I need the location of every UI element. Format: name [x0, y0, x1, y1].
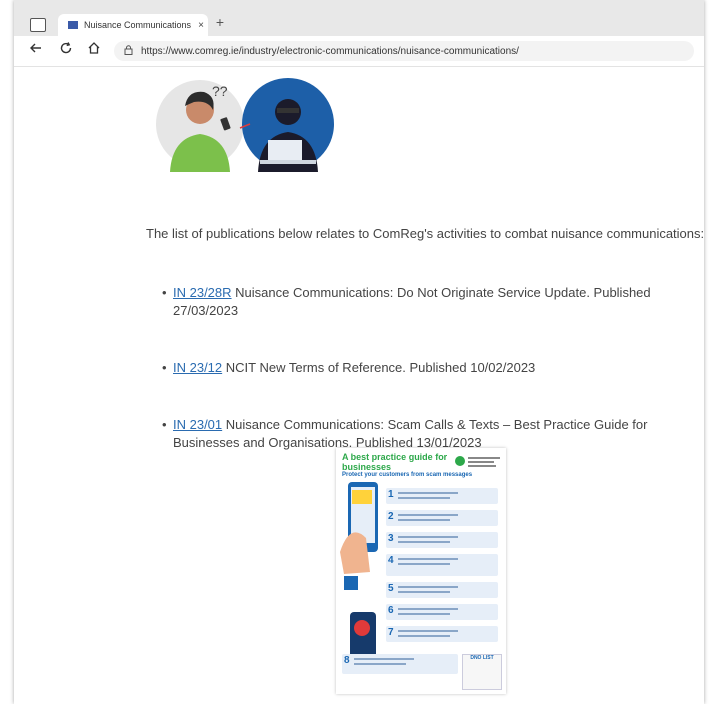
best-practice-guide-poster[interactable]: A best practice guide for businesses Pro… — [336, 448, 506, 694]
back-arrow-icon[interactable] — [26, 41, 46, 61]
dno-list-card: DNO LIST — [462, 654, 502, 690]
poster-subtitle: Protect your customers from scam message… — [342, 472, 473, 478]
bullet-icon: • — [162, 417, 167, 432]
guide-step: 8 — [342, 654, 458, 674]
publication-link[interactable]: IN 23/12 — [173, 360, 222, 375]
tab-actions-icon[interactable] — [30, 18, 46, 32]
favicon-icon — [68, 21, 78, 29]
publication-text: Nuisance Communications: Do Not Originat… — [173, 285, 651, 318]
url-text: https://www.comreg.ie/industry/electroni… — [141, 45, 519, 57]
browser-tab[interactable]: Nuisance Communications | Com × — [58, 14, 208, 36]
guide-step: 4 — [386, 554, 498, 576]
tab-bar: Nuisance Communications | Com × + — [14, 0, 704, 36]
publication-text: NCIT New Terms of Reference. Published 1… — [222, 360, 536, 375]
list-item: • IN 23/12 NCIT New Terms of Reference. … — [162, 359, 702, 377]
hero-illustration: ?? — [156, 78, 334, 172]
publication-text: Nuisance Communications: Scam Calls & Te… — [173, 417, 648, 450]
comreg-logo-icon — [455, 456, 500, 467]
tab-title: Nuisance Communications | Com — [84, 20, 194, 30]
publications-list: • IN 23/28R Nuisance Communications: Do … — [162, 284, 702, 452]
address-bar[interactable]: https://www.comreg.ie/industry/electroni… — [114, 41, 694, 61]
close-tab-icon[interactable]: × — [194, 20, 208, 31]
guide-step: 2 — [386, 510, 498, 526]
navigation-bar: https://www.comreg.ie/industry/electroni… — [14, 36, 704, 67]
guide-step: 5 — [386, 582, 498, 598]
dno-list-label: DNO LIST — [470, 655, 494, 661]
guide-step: 1 — [386, 488, 498, 504]
svg-text:??: ?? — [212, 83, 228, 99]
list-item: • IN 23/28R Nuisance Communications: Do … — [162, 284, 702, 320]
publication-link[interactable]: IN 23/28R — [173, 285, 232, 300]
publications-intro: The list of publications below relates t… — [146, 226, 704, 241]
new-tab-button[interactable]: + — [212, 14, 228, 30]
guide-step: 6 — [386, 604, 498, 620]
home-icon[interactable] — [84, 41, 104, 61]
browser-window: Nuisance Communications | Com × + https:… — [14, 0, 704, 704]
lock-icon[interactable] — [124, 45, 133, 57]
phone-illustration — [340, 482, 378, 658]
page-content: ?? The list of publications below relate… — [14, 66, 704, 704]
guide-step: 7 — [386, 626, 498, 642]
bullet-icon: • — [162, 360, 167, 375]
poster-title: A best practice guide for businesses — [342, 452, 448, 472]
publication-link[interactable]: IN 23/01 — [173, 417, 222, 432]
guide-step: 3 — [386, 532, 498, 548]
list-item: • IN 23/01 Nuisance Communications: Scam… — [162, 416, 702, 452]
refresh-icon[interactable] — [56, 41, 76, 61]
bullet-icon: • — [162, 285, 167, 300]
